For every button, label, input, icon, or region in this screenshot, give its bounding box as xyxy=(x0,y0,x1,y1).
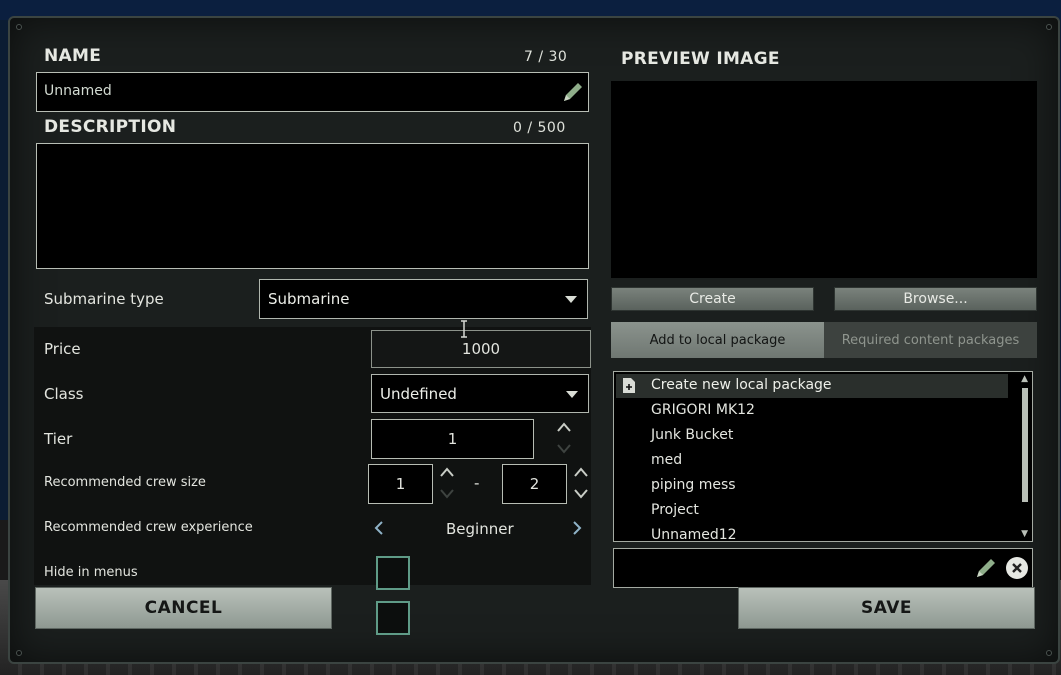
chevron-left-icon[interactable] xyxy=(373,520,385,536)
class-dropdown[interactable]: Undefined xyxy=(371,374,589,413)
browse-preview-label: Browse... xyxy=(903,291,968,307)
description-textarea[interactable] xyxy=(36,143,589,269)
cancel-button[interactable]: CANCEL xyxy=(35,587,332,629)
price-label: Price xyxy=(44,340,81,358)
dropdown-caret-icon xyxy=(565,296,577,303)
price-field[interactable]: 1000 xyxy=(371,330,591,368)
tab-required-content-packages-label: Required content packages xyxy=(841,332,1020,348)
list-item[interactable]: Junk Bucket xyxy=(651,427,733,443)
description-label: DESCRIPTION xyxy=(44,117,177,137)
rivet xyxy=(1046,24,1052,30)
chevron-up-icon[interactable] xyxy=(556,421,572,433)
package-name-input[interactable] xyxy=(613,548,1033,588)
preview-image-label: PREVIEW IMAGE xyxy=(621,49,780,69)
list-item[interactable]: piping mess xyxy=(651,477,736,493)
create-preview-label: Create xyxy=(689,291,736,307)
chevron-down-icon[interactable] xyxy=(556,442,572,454)
dropdown-caret-icon xyxy=(566,390,578,398)
tab-add-to-local-package-label: Add to local package xyxy=(649,332,786,348)
description-char-counter: 0 / 500 xyxy=(513,120,566,136)
browse-preview-button[interactable]: Browse... xyxy=(834,287,1037,311)
name-input-value: Unnamed xyxy=(44,83,112,99)
crew-size-min-value: 1 xyxy=(395,475,406,493)
crew-size-min-field[interactable]: 1 xyxy=(368,464,433,504)
tab-required-content-packages[interactable]: Required content packages xyxy=(824,322,1037,358)
class-selected: Undefined xyxy=(380,384,457,403)
tier-field[interactable]: 1 xyxy=(371,419,534,459)
save-button[interactable]: SAVE xyxy=(738,587,1035,629)
list-item[interactable]: Create new local package xyxy=(651,377,832,393)
class-label: Class xyxy=(44,385,84,403)
hide-in-menus-label: Hide in menus xyxy=(44,565,138,580)
new-file-icon xyxy=(622,377,636,394)
chevron-down-icon[interactable] xyxy=(573,487,589,499)
extra-checkbox[interactable] xyxy=(376,601,410,635)
crew-size-max-value: 2 xyxy=(529,475,540,493)
scroll-up-icon[interactable]: ▲ xyxy=(1021,374,1028,384)
crew-size-separator: - xyxy=(474,474,480,492)
crew-experience-value: Beginner xyxy=(446,520,514,538)
rivet xyxy=(16,24,22,30)
pencil-icon[interactable] xyxy=(561,80,585,104)
rivet xyxy=(1046,650,1052,656)
pencil-icon[interactable] xyxy=(974,556,998,580)
list-item[interactable]: med xyxy=(651,452,682,468)
chevron-right-icon[interactable] xyxy=(571,520,583,536)
submarine-type-dropdown[interactable]: Submarine xyxy=(259,279,588,319)
package-list-scrollbar[interactable] xyxy=(1022,388,1028,502)
crew-size-max-field[interactable]: 2 xyxy=(502,464,567,504)
crew-size-label: Recommended crew size xyxy=(44,475,206,490)
crew-experience-label: Recommended crew experience xyxy=(44,520,253,535)
chevron-up-icon[interactable] xyxy=(439,466,455,478)
tier-value: 1 xyxy=(447,430,458,448)
scroll-down-icon[interactable]: ▼ xyxy=(1021,529,1028,539)
rivet xyxy=(16,650,22,656)
create-preview-button[interactable]: Create xyxy=(611,287,814,311)
save-button-label: SAVE xyxy=(860,598,913,618)
list-item[interactable]: GRIGORI MK12 xyxy=(651,402,755,418)
preview-image-area xyxy=(611,81,1037,278)
price-value: 1000 xyxy=(461,340,501,358)
name-input[interactable]: Unnamed xyxy=(36,72,589,112)
hide-in-menus-checkbox[interactable] xyxy=(376,556,410,590)
list-item[interactable]: Project xyxy=(651,502,699,518)
chevron-down-icon[interactable] xyxy=(439,487,455,499)
tab-add-to-local-package[interactable]: Add to local package xyxy=(611,322,824,358)
clear-icon[interactable] xyxy=(1006,557,1028,579)
name-label: NAME xyxy=(44,46,102,66)
package-list: Create new local package GRIGORI MK12 Ju… xyxy=(613,371,1033,542)
name-char-counter: 7 / 30 xyxy=(524,49,568,65)
submarine-type-label: Submarine type xyxy=(44,290,164,308)
list-item[interactable]: Unnamed12 xyxy=(651,527,737,541)
tier-label: Tier xyxy=(44,430,73,448)
chevron-up-icon[interactable] xyxy=(573,466,589,478)
cancel-button-label: CANCEL xyxy=(144,598,223,618)
text-cursor-icon xyxy=(459,320,469,338)
submarine-type-selected: Submarine xyxy=(268,290,350,308)
